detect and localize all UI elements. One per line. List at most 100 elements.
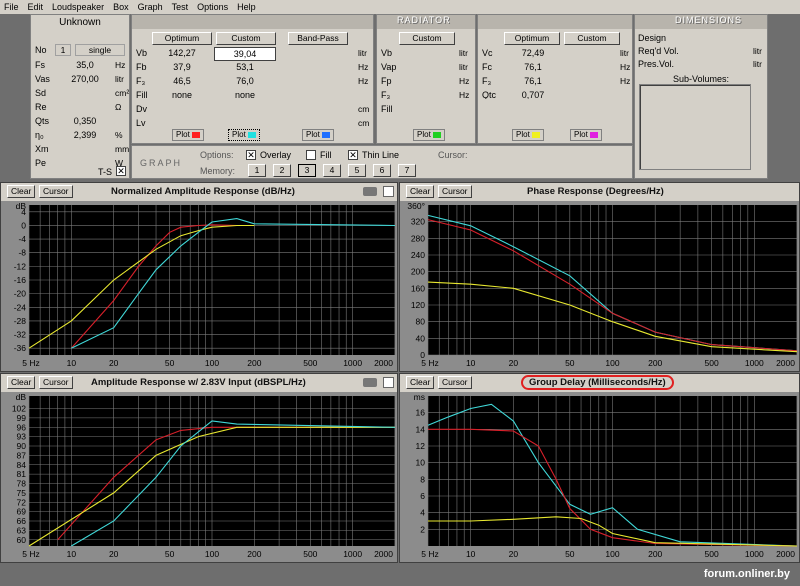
x-tick-label: 100 <box>205 549 219 559</box>
no-mode-field[interactable]: single <box>75 44 125 56</box>
vented-row-label-3: Fill <box>136 90 148 100</box>
x-tick-label: 20 <box>109 549 119 559</box>
ts-label: T-S <box>98 167 113 177</box>
closed-value-0[interactable]: 72,49 <box>504 47 562 59</box>
fill-label: Fill <box>320 150 332 160</box>
menu-item-options[interactable]: Options <box>197 2 228 12</box>
memory-slot-2[interactable]: 2 <box>273 164 291 177</box>
chart-cursor-button-2[interactable]: Cursor <box>39 376 73 389</box>
radiator-custom-button[interactable]: Custom <box>399 32 455 45</box>
y-tick-label: 8 <box>420 474 425 484</box>
closed-value-1[interactable]: 76,1 <box>504 61 562 73</box>
y-tick-label: 4 <box>420 508 425 518</box>
ts-checkbox[interactable]: ✕ <box>116 166 126 176</box>
chart-print-icon-0[interactable] <box>363 187 377 196</box>
vented-cust-value-1[interactable]: 53,1 <box>214 61 276 73</box>
vented-optimum-button[interactable]: Optimum <box>152 32 212 45</box>
param-value-1[interactable]: 270,00 <box>57 73 113 85</box>
green-swatch <box>433 132 441 138</box>
chart-box-2[interactable] <box>383 377 394 388</box>
param-unit-2: cm² <box>115 88 130 98</box>
y-tick-label: -24 <box>14 302 27 312</box>
x-tick-label: 50 <box>565 358 575 368</box>
closed-value-2[interactable]: 76,1 <box>504 75 562 87</box>
x-tick-label: 2000 <box>374 358 393 368</box>
y-tick-label: 280 <box>411 233 425 243</box>
chart-cursor-button-3[interactable]: Cursor <box>438 376 472 389</box>
chart-clear-button-1[interactable]: Clear <box>406 185 435 198</box>
overlay-label: Overlay <box>260 150 292 160</box>
closed-plot-yellow-button[interactable]: Plot <box>512 129 544 141</box>
vented-cust-value-0[interactable]: 39,04 <box>214 47 276 61</box>
no-field[interactable]: 1 <box>55 44 71 56</box>
red-swatch <box>192 132 200 138</box>
param-unit-1: litr <box>115 74 124 84</box>
param-label-5: η₀ <box>35 130 44 140</box>
param-value-4[interactable]: 0,350 <box>57 115 113 127</box>
memory-slot-6[interactable]: 6 <box>373 164 391 177</box>
memory-slot-4[interactable]: 4 <box>323 164 341 177</box>
x-tick-label: 500 <box>705 549 719 559</box>
closed-custom-button[interactable]: Custom <box>564 32 620 45</box>
param-label-2: Sd <box>35 88 47 98</box>
chart-header-0: Clear Cursor Normalized Amplitude Response… <box>1 183 397 201</box>
menu-item-test[interactable]: Test <box>172 2 189 12</box>
chart-clear-button-2[interactable]: Clear <box>7 376 36 389</box>
memory-slot-3[interactable]: 3 <box>298 164 316 177</box>
chart-cursor-button-0[interactable]: Cursor <box>39 185 73 198</box>
x-tick-label: 200 <box>648 358 662 368</box>
x-tick-label: 10 <box>466 358 476 368</box>
bandpass-plot-blue-button[interactable]: Plot <box>302 129 334 141</box>
x-tick-label: 500 <box>303 549 317 559</box>
closed-optimum-button[interactable]: Optimum <box>504 32 560 45</box>
x-tick-label: 20 <box>509 358 519 368</box>
options-label: Options: <box>200 150 234 160</box>
param-unit-5: % <box>115 130 123 140</box>
menu-item-graph[interactable]: Graph <box>138 2 163 12</box>
chart-clear-button-3[interactable]: Clear <box>406 376 435 389</box>
fill-checkbox[interactable] <box>306 150 316 160</box>
menu-item-box[interactable]: Box <box>113 2 129 12</box>
subvolumes-label: Sub-Volumes: <box>672 74 730 84</box>
param-value-0[interactable]: 35,0 <box>57 59 113 71</box>
menu-item-loudspeaker[interactable]: Loudspeaker <box>52 2 104 12</box>
vented-plot-red-button[interactable]: Plot <box>172 129 204 141</box>
y-tick-label: 40 <box>416 333 426 343</box>
y-tick-label: 320 <box>411 217 425 227</box>
memory-slot-7[interactable]: 7 <box>398 164 416 177</box>
memory-slot-1[interactable]: 1 <box>248 164 266 177</box>
bandpass-button[interactable]: Band-Pass <box>288 32 348 45</box>
x-tick-label: 1000 <box>343 549 362 559</box>
x-tick-label: 1000 <box>343 358 362 368</box>
vented-row-unit-4: cm <box>358 104 370 114</box>
vented-cust-value-2[interactable]: 76,0 <box>214 75 276 87</box>
chart-panel-3: Clear Cursor Group Delay (Milliseconds/Hz)… <box>399 373 800 563</box>
overlay-checkbox[interactable]: ✕ <box>246 150 256 160</box>
memory-slot-5[interactable]: 5 <box>348 164 366 177</box>
closed-plot-magenta-button[interactable]: Plot <box>570 129 602 141</box>
subvolumes-list[interactable] <box>639 84 751 170</box>
chart-print-icon-2[interactable] <box>363 378 377 387</box>
closed-row-unit-2: Hz <box>620 76 631 86</box>
speaker-panel: Unknown No 1 single Fs 35,0 Hz Vas 270,00 lit… <box>30 14 130 179</box>
chart-clear-button-0[interactable]: Clear <box>7 185 36 198</box>
y-unit-label: dB <box>16 201 27 211</box>
menu-item-help[interactable]: Help <box>237 2 256 12</box>
chart-title-0: Normalized Amplitude Response (dB/Hz) <box>111 186 295 197</box>
vented-cust-value-3[interactable]: none <box>214 89 276 101</box>
vented-custom-button[interactable]: Custom <box>216 32 276 45</box>
chart-box-0[interactable] <box>383 186 394 197</box>
thinline-checkbox[interactable]: ✕ <box>348 150 358 160</box>
vented-plot-cyan-button[interactable]: Plot <box>228 129 260 141</box>
x-tick-label: 50 <box>565 549 575 559</box>
menu-item-file[interactable]: File <box>4 2 19 12</box>
radiator-plot-green-button[interactable]: Plot <box>413 129 445 141</box>
speaker-name: Unknown <box>59 17 101 28</box>
param-label-4: Qts <box>35 116 50 126</box>
radiator-row-label-1: Vap <box>381 62 397 72</box>
param-value-5[interactable]: 2,399 <box>57 129 113 141</box>
menu-item-edit[interactable]: Edit <box>28 2 44 12</box>
y-tick-label: -32 <box>14 330 27 340</box>
chart-cursor-button-1[interactable]: Cursor <box>438 185 472 198</box>
x-tick-label: 200 <box>247 358 261 368</box>
